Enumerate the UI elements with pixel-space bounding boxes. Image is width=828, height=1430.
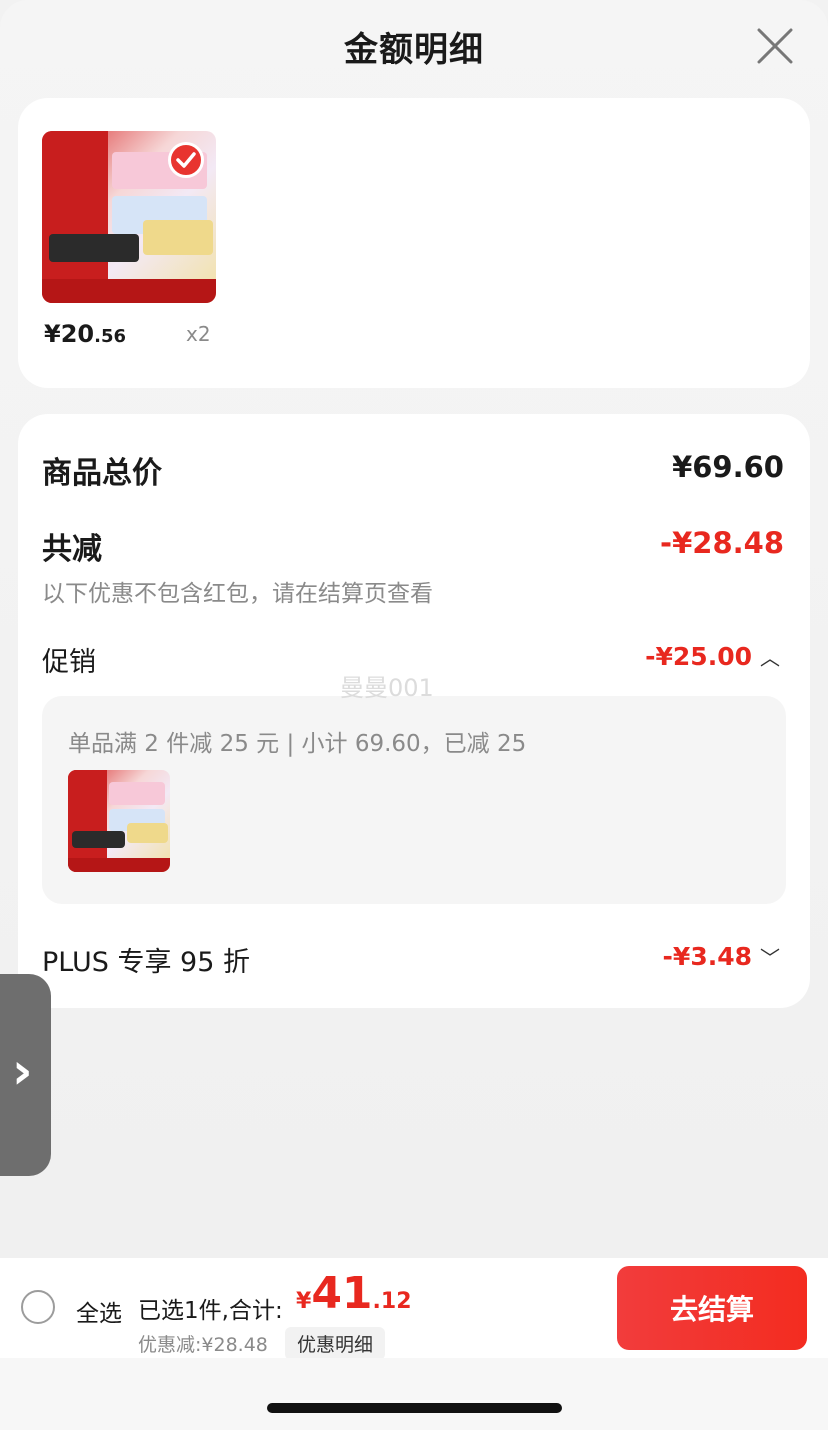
watermark-text: 曼曼001 [340,674,434,702]
plus-discount-label: PLUS 专享 95 折 [42,947,250,978]
close-icon[interactable] [755,26,795,66]
total-amount: ¥41.12 [296,1268,412,1319]
selected-count: 已选1件,合计: [138,1298,283,1324]
selected-check-icon [168,142,204,178]
plus-discount-toggle[interactable]: -¥3.48 ﹀ [663,942,780,971]
reduce-value: -¥28.48 [660,526,784,560]
promo-value: -¥25.00 [645,642,752,671]
product-price: ¥20.56 [44,320,126,348]
checkout-bar: 全选 已选1件,合计: ¥41.12 优惠减:¥28.48 优惠明细 去结算 [0,1258,828,1360]
product-price-int: ¥20 [44,320,95,348]
price-breakdown-card: 商品总价 ¥69.60 共减 -¥28.48 以下优惠不包含红包，请在结算页查看… [18,414,810,1008]
home-indicator-area [0,1358,828,1430]
reduce-label: 共减 [42,532,102,567]
total-int: 41 [311,1268,373,1319]
amount-detail-sheet: 金额明细 ¥20.56 x2 商品总价 ¥69.60 共减 -¥28.48 以下… [0,0,828,1258]
total-value: ¥69.60 [672,450,784,484]
plus-discount-value: -¥3.48 [662,942,752,971]
product-price-dec: .56 [94,326,126,347]
select-all-label[interactable]: 全选 [76,1294,122,1328]
page-title: 金额明细 [344,30,484,70]
promo-toggle[interactable]: -¥25.00 ︿ [645,642,780,671]
promo-product-image[interactable] [68,770,170,872]
chevron-right-icon: › [12,1042,33,1100]
total-currency: ¥ [296,1289,312,1314]
product-card: ¥20.56 x2 [18,98,810,388]
discount-detail-button[interactable]: 优惠明细 [285,1327,386,1360]
chevron-up-icon: ︿ [760,646,780,670]
product-quantity: x2 [186,322,211,346]
checkout-button[interactable]: 去结算 [617,1266,807,1350]
side-expand-handle[interactable]: › [0,974,51,1176]
total-label: 商品总价 [42,456,162,491]
promo-detail-text: 单品满 2 件减 25 元 | 小计 69.60，已减 25 [68,731,527,757]
reduce-note: 以下优惠不包含红包，请在结算页查看 [42,581,433,607]
total-dec: .12 [372,1289,412,1314]
chevron-down-icon: ﹀ [760,946,780,970]
promo-label: 促销 [42,647,96,678]
select-all-radio[interactable] [21,1290,55,1324]
saved-amount: 优惠减:¥28.48 [138,1334,268,1356]
home-indicator[interactable] [267,1403,562,1413]
